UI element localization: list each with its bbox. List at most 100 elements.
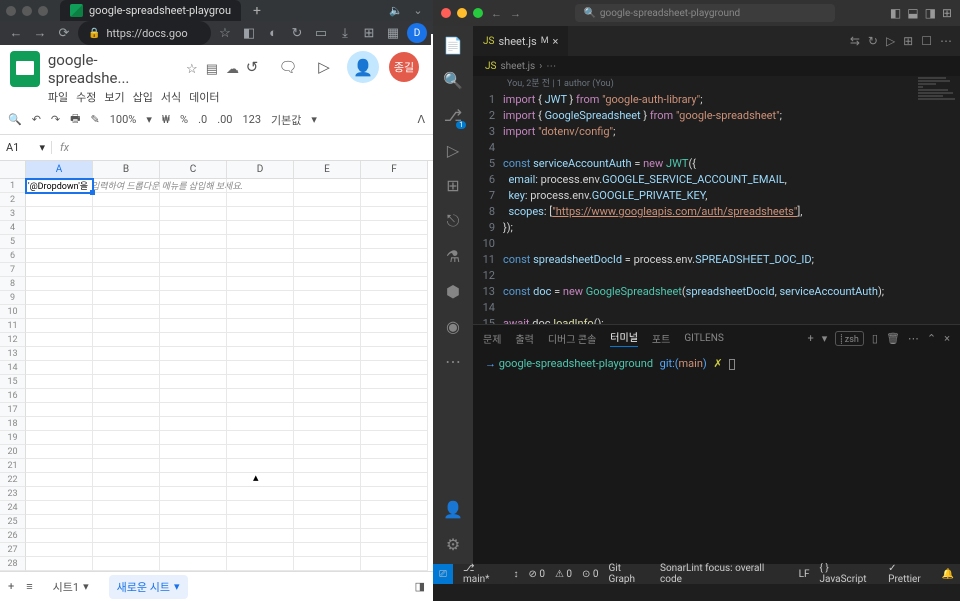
ext-icon-6[interactable]: ▦ xyxy=(383,23,403,43)
share-button[interactable]: 👤 xyxy=(347,51,379,83)
row-header[interactable]: 8 xyxy=(0,277,26,291)
menu-view[interactable]: 보기 xyxy=(104,89,124,105)
cell[interactable] xyxy=(361,459,428,473)
extensions-icon[interactable]: ☆ xyxy=(215,23,235,43)
cell[interactable] xyxy=(294,291,361,305)
cell[interactable] xyxy=(227,487,294,501)
account-icon[interactable]: 👤 xyxy=(443,500,463,519)
folder-icon[interactable]: ▤ xyxy=(206,62,218,77)
shell-label[interactable]: ⸽ zsh xyxy=(835,331,864,346)
row-header[interactable]: 20 xyxy=(0,445,26,459)
cell[interactable] xyxy=(227,515,294,529)
toolbar-more-icon[interactable]: ᐱ xyxy=(417,113,425,126)
row-header[interactable]: 21 xyxy=(0,459,26,473)
cell[interactable] xyxy=(361,347,428,361)
grid-icon[interactable]: ⊞ xyxy=(903,34,913,48)
cell[interactable] xyxy=(361,417,428,431)
row-header[interactable]: 26 xyxy=(0,529,26,543)
redo-icon[interactable]: ↷ xyxy=(51,113,60,126)
sb-lang[interactable]: { } JavaScript xyxy=(820,563,879,585)
cell[interactable] xyxy=(361,305,428,319)
menu-insert[interactable]: 삽입 xyxy=(133,89,153,105)
cell[interactable] xyxy=(160,529,227,543)
cell[interactable] xyxy=(227,235,294,249)
new-terminal-icon[interactable]: + xyxy=(807,332,813,345)
paint-icon[interactable]: ✎ xyxy=(91,113,100,126)
cell[interactable] xyxy=(93,529,160,543)
cell[interactable] xyxy=(26,487,93,501)
cell[interactable] xyxy=(361,501,428,515)
remote-button[interactable]: ⎚ xyxy=(433,564,453,584)
cell[interactable] xyxy=(361,319,428,333)
cell[interactable] xyxy=(294,445,361,459)
close-tab-icon[interactable]: × xyxy=(553,35,559,48)
font-select[interactable]: 기본값 xyxy=(271,112,301,128)
cell[interactable] xyxy=(227,207,294,221)
cell[interactable] xyxy=(294,221,361,235)
row-header[interactable]: 9 xyxy=(0,291,26,305)
cloud-icon[interactable]: ☁ xyxy=(226,62,239,77)
ext-icon-2[interactable]: ◐ xyxy=(263,23,283,43)
cell[interactable] xyxy=(160,235,227,249)
url-bar[interactable]: 🔒 https://docs.goo xyxy=(78,21,211,45)
cell[interactable] xyxy=(294,235,361,249)
cell[interactable] xyxy=(160,207,227,221)
cell[interactable] xyxy=(93,557,160,571)
cell[interactable] xyxy=(294,305,361,319)
row-header[interactable]: 18 xyxy=(0,417,26,431)
cell[interactable] xyxy=(26,361,93,375)
cell[interactable] xyxy=(160,361,227,375)
gitlens-icon[interactable]: ◉ xyxy=(446,317,460,336)
cell[interactable] xyxy=(227,263,294,277)
cell[interactable] xyxy=(26,333,93,347)
layout-bottom-icon[interactable]: ⬓ xyxy=(907,6,918,20)
col-header-d[interactable]: D xyxy=(227,161,294,179)
cell[interactable] xyxy=(93,221,160,235)
row-header[interactable]: 22 xyxy=(0,473,26,487)
cell[interactable] xyxy=(227,459,294,473)
cell[interactable] xyxy=(93,515,160,529)
cell[interactable] xyxy=(361,487,428,501)
download-icon[interactable]: ⤓ xyxy=(335,23,355,43)
more-actions-icon[interactable]: ⋯ xyxy=(940,34,952,48)
select-all-corner[interactable] xyxy=(0,161,26,179)
cell[interactable] xyxy=(160,305,227,319)
meet-icon[interactable]: ▷ xyxy=(311,54,337,80)
volume-icon[interactable]: 🔈 xyxy=(387,2,405,20)
row-header[interactable]: 14 xyxy=(0,361,26,375)
cell[interactable] xyxy=(26,291,93,305)
dec-decrease-icon[interactable]: .0 xyxy=(198,113,207,126)
cell[interactable] xyxy=(227,361,294,375)
cell[interactable] xyxy=(361,431,428,445)
cell[interactable] xyxy=(26,431,93,445)
col-header-e[interactable]: E xyxy=(294,161,361,179)
row-header[interactable]: 16 xyxy=(0,389,26,403)
layout-right-icon[interactable]: ◨ xyxy=(925,6,936,20)
cell[interactable] xyxy=(26,459,93,473)
row-header[interactable]: 15 xyxy=(0,375,26,389)
cell[interactable] xyxy=(227,529,294,543)
cell[interactable] xyxy=(93,459,160,473)
zoom-level[interactable]: 100% xyxy=(110,113,137,126)
cell[interactable] xyxy=(227,249,294,263)
dec-increase-icon[interactable]: .00 xyxy=(217,113,232,126)
cell[interactable] xyxy=(160,515,227,529)
cell[interactable] xyxy=(361,277,428,291)
cell[interactable] xyxy=(26,263,93,277)
layout-left-icon[interactable]: ◧ xyxy=(890,6,901,20)
cell[interactable] xyxy=(361,263,428,277)
panel-tab-ports[interactable]: 포트 xyxy=(652,331,670,346)
sb-radio[interactable]: ⊙ 0 xyxy=(582,569,598,580)
test-icon[interactable]: ⚗ xyxy=(446,247,460,266)
source-control-icon[interactable]: ⎇1 xyxy=(444,106,462,125)
extensions-icon[interactable]: ⊞ xyxy=(446,176,459,195)
cell[interactable] xyxy=(294,403,361,417)
cell[interactable] xyxy=(361,557,428,571)
cell[interactable] xyxy=(93,431,160,445)
cell[interactable] xyxy=(294,333,361,347)
menu-edit[interactable]: 수정 xyxy=(76,89,96,105)
cell[interactable] xyxy=(294,501,361,515)
sb-prettier[interactable]: ✓ Prettier xyxy=(888,563,931,585)
command-center[interactable]: 🔍 google-spreadsheet-playground xyxy=(575,4,835,22)
cell[interactable] xyxy=(160,487,227,501)
